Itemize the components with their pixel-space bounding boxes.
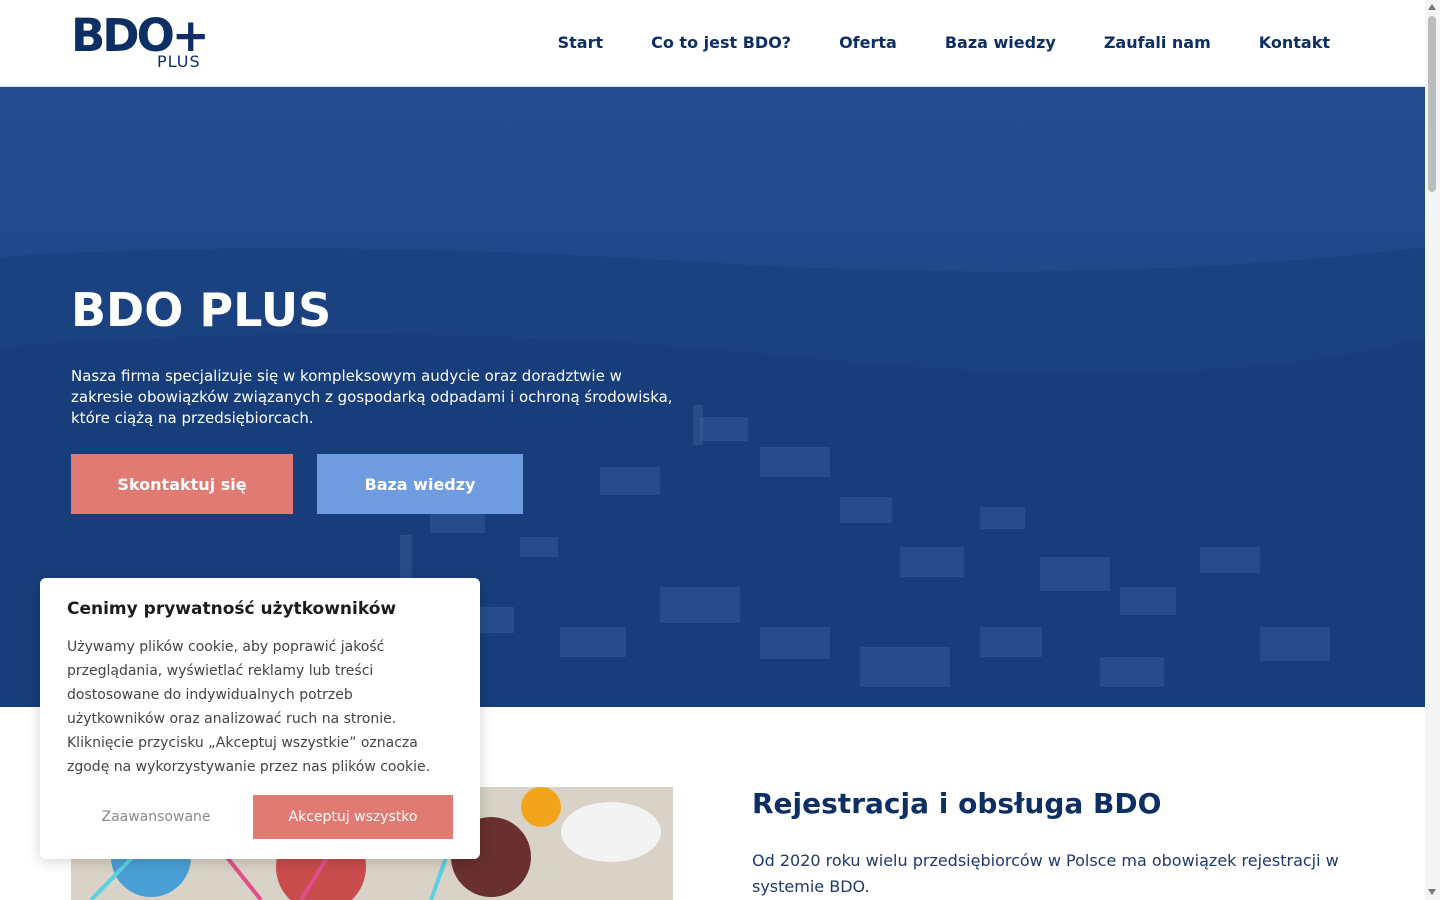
cookie-advanced-button[interactable]: Zaawansowane <box>67 795 245 839</box>
contact-button[interactable]: Skontaktuj się <box>71 454 293 514</box>
logo[interactable]: BDO+ PLUS <box>71 10 233 72</box>
scrollbar-thumb[interactable] <box>1428 16 1436 192</box>
nav-item-start[interactable]: Start <box>558 32 604 54</box>
hero-description: Nasza firma specjalizuje się w komplekso… <box>71 367 673 427</box>
nav-item-what-is-bdo[interactable]: Co to jest BDO? <box>651 32 791 54</box>
cookie-text: Używamy plików cookie, aby poprawić jako… <box>67 639 431 775</box>
knowledge-base-button[interactable]: Baza wiedzy <box>317 454 523 514</box>
nav-item-trusted-us[interactable]: Zaufali nam <box>1104 32 1211 54</box>
section-title: Rejestracja i obsługa BDO <box>752 787 1162 820</box>
cookie-consent-popup: Cenimy prywatność użytkowników Używamy p… <box>40 578 480 859</box>
page-scrollbar[interactable] <box>1425 0 1440 900</box>
scroll-down-arrow-icon[interactable] <box>1428 889 1436 895</box>
hero-title: BDO PLUS <box>71 283 332 337</box>
site-header: BDO+ PLUS Start Co to jest BDO? Oferta B… <box>0 0 1425 87</box>
logo-sub-text: PLUS <box>157 52 201 71</box>
nav-item-offer[interactable]: Oferta <box>839 32 897 54</box>
cookie-accept-all-button[interactable]: Akceptuj wszystko <box>253 795 453 839</box>
nav-item-contact[interactable]: Kontakt <box>1259 32 1330 54</box>
section-text: Od 2020 roku wielu przedsiębiorców w Pol… <box>752 851 1339 896</box>
main-nav: Start Co to jest BDO? Oferta Baza wiedzy… <box>510 32 1330 54</box>
cookie-title: Cenimy prywatność użytkowników <box>67 599 397 619</box>
nav-item-knowledge-base[interactable]: Baza wiedzy <box>945 32 1056 54</box>
scroll-up-arrow-icon[interactable] <box>1428 4 1436 10</box>
